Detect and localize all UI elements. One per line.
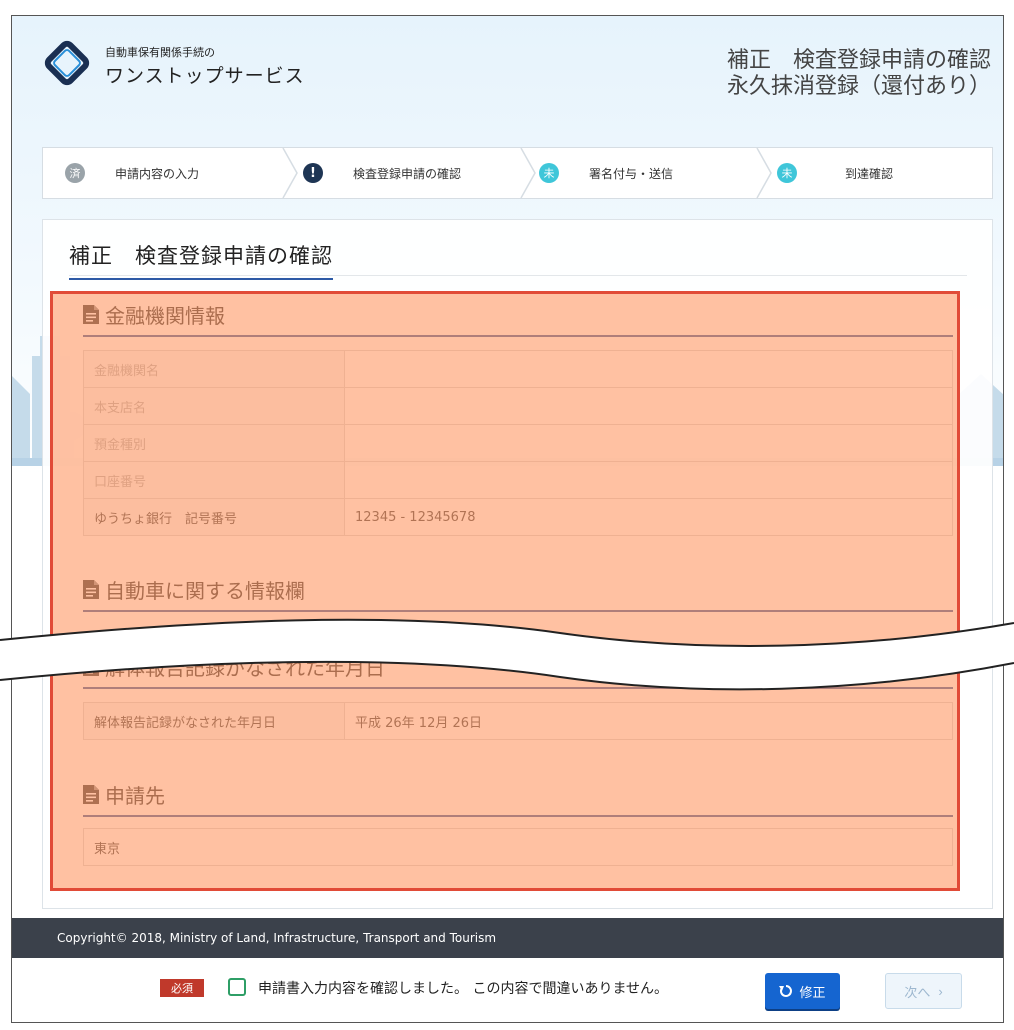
row-key: 預金種別 — [83, 424, 345, 462]
table-row: 東京 — [83, 828, 953, 866]
row-value: 平成 26年 12月 26日 — [344, 702, 953, 740]
row-key: 解体報告記録がなされた年月日 — [83, 702, 345, 740]
section-heading-text: 自動車に関する情報欄 — [105, 579, 305, 603]
logo-title: ワンストップサービス — [105, 65, 305, 87]
copyright-bar: Copyright© 2018, Ministry of Land, Infra… — [12, 918, 1003, 958]
section-heading-vehicle: 自動車に関する情報欄 — [83, 575, 953, 612]
row-value — [344, 350, 953, 388]
chevron-right-icon: › — [938, 983, 943, 999]
progress-steps: 済 申請内容の入力 ! 検査登録申請の確認 未 署名付与・送信 未 到達確認 — [42, 147, 993, 199]
step-arrival: 未 到達確認 — [777, 148, 893, 198]
step-label: 署名付与・送信 — [589, 166, 674, 181]
fix-button-label: 修正 — [799, 984, 826, 1000]
logo-subtitle: 自動車保有関係手続の — [105, 46, 215, 59]
table-row: ゆうちょ銀行 記号番号 12345 - 12345678 — [83, 498, 953, 536]
destination-table: 東京 — [83, 828, 953, 866]
page-title-line1: 補正 検査登録申請の確認 — [726, 48, 991, 73]
step-chevron-icon — [520, 148, 536, 198]
section-heading-dismantle: 解体報告記録がなされた年月日 — [83, 652, 953, 689]
confirmation-card: 補正 検査登録申請の確認 金融機関情報 金融機関名 本支店名 預金種別 口座番号… — [42, 219, 993, 909]
step-label: 検査登録申請の確認 — [353, 166, 462, 181]
table-row: 本支店名 — [83, 387, 953, 425]
confirm-label[interactable]: 申請書入力内容を確認しました。 この内容で間違いありません。 — [258, 978, 668, 998]
row-key: 口座番号 — [83, 461, 345, 499]
row-value: 12345 - 12345678 — [344, 498, 953, 536]
step-chevron-icon — [282, 148, 298, 198]
row-value — [344, 424, 953, 462]
step-todo-badge: 未 — [777, 163, 797, 183]
undo-icon — [779, 985, 793, 997]
table-row: 解体報告記録がなされた年月日 平成 26年 12月 26日 — [83, 702, 953, 740]
service-logo-icon — [44, 40, 90, 86]
row-value — [344, 461, 953, 499]
document-icon — [83, 580, 99, 599]
page-title: 補正 検査登録申請の確認 永久抹消登録（還付あり） — [727, 48, 991, 100]
section-heading-destination: 申請先 — [83, 780, 953, 817]
table-row: 預金種別 — [83, 424, 953, 462]
next-button[interactable]: 次へ › — [885, 973, 962, 1009]
next-button-label: 次へ — [904, 984, 931, 1000]
bank-info-table: 金融機関名 本支店名 預金種別 口座番号 ゆうちょ銀行 記号番号 12345 - … — [83, 350, 953, 536]
row-value — [344, 387, 953, 425]
table-row: 口座番号 — [83, 461, 953, 499]
required-badge: 必須 — [160, 979, 204, 997]
row-key: 本支店名 — [83, 387, 345, 425]
step-label: 到達確認 — [845, 166, 894, 181]
divider — [69, 275, 967, 276]
step-input: 済 申請内容の入力 — [65, 148, 199, 198]
step-done-badge: 済 — [65, 163, 85, 183]
step-chevron-icon — [756, 148, 772, 198]
dismantle-info-table: 解体報告記録がなされた年月日 平成 26年 12月 26日 — [83, 702, 953, 740]
step-label: 申請内容の入力 — [115, 166, 200, 181]
step-todo-badge: 未 — [539, 163, 559, 183]
step-confirm: ! 検査登録申請の確認 — [303, 148, 461, 198]
row-value: 東京 — [83, 828, 953, 866]
table-row: 金融機関名 — [83, 350, 953, 388]
app-frame: 自動車保有関係手続の ワンストップサービス 補正 検査登録申請の確認 永久抹消登… — [11, 15, 1004, 1023]
fix-button[interactable]: 修正 — [765, 973, 840, 1009]
section-heading-text: 金融機関情報 — [105, 304, 225, 328]
step-sign: 未 署名付与・送信 — [539, 148, 673, 198]
document-icon — [83, 305, 99, 324]
step-current-badge: ! — [303, 163, 323, 183]
section-heading-text: 解体報告記録がなされた年月日 — [105, 656, 385, 680]
card-title: 補正 検査登録申請の確認 — [69, 240, 333, 280]
confirm-checkbox[interactable] — [228, 978, 246, 996]
row-key: 金融機関名 — [83, 350, 345, 388]
document-icon — [83, 785, 99, 804]
section-heading-text: 申請先 — [105, 784, 165, 808]
page-title-line2: 永久抹消登録（還付あり） — [726, 74, 991, 99]
section-heading-bank: 金融機関情報 — [83, 300, 953, 337]
action-bar: 必須 申請書入力内容を確認しました。 この内容で間違いありません。 修正 次へ … — [12, 958, 1003, 1022]
row-key: ゆうちょ銀行 記号番号 — [83, 498, 345, 536]
document-icon — [83, 657, 99, 676]
